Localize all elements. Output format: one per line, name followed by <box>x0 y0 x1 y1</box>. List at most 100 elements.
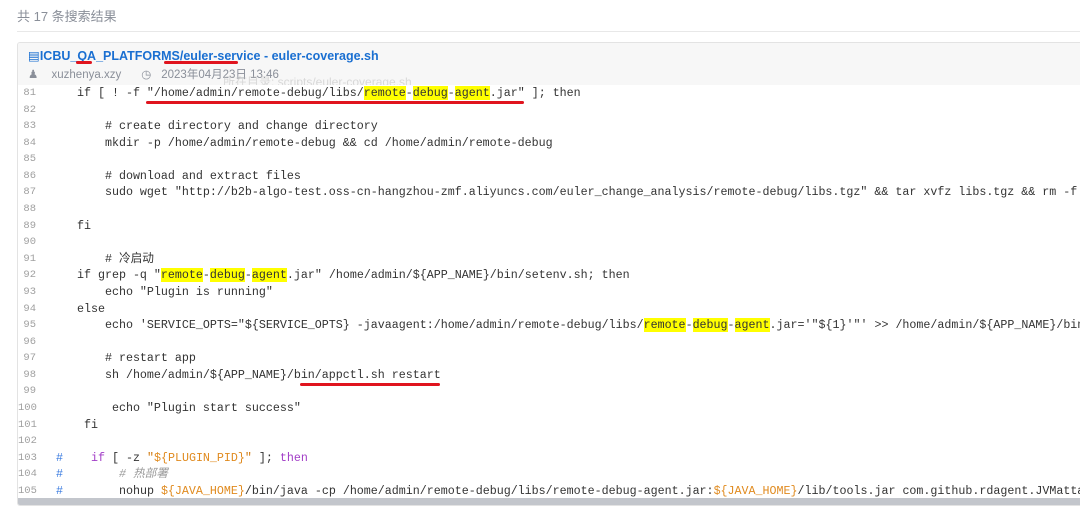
line-number: 86 <box>23 169 36 182</box>
code-line: 89 fi <box>18 218 1080 235</box>
line-number: 90 <box>23 236 36 249</box>
code-token: " <box>146 450 154 465</box>
line-number: 83 <box>23 120 36 133</box>
search-highlight: remote <box>643 318 686 333</box>
line-text: sudo wget "http://b2b-algo-test.oss-cn-h… <box>49 184 1077 201</box>
annotation-underline-restart <box>300 383 440 386</box>
code-line: 81 if [ ! -f "/home/admin/remote-debug/l… <box>18 85 1080 102</box>
code-token: # download and extract files <box>49 168 301 183</box>
code-line: 101 fi <box>18 417 1080 434</box>
code-line: 95 echo 'SERVICE_OPTS="${SERVICE_OPTS} -… <box>18 317 1080 334</box>
code-line: 103 # if [ -z "${PLUGIN_PID}" ]; then <box>18 450 1080 467</box>
repo-link[interactable]: ICBU_QA_PLATFORMS <box>40 49 180 63</box>
code-token: - <box>244 268 252 283</box>
line-number: 96 <box>23 335 36 348</box>
line-number: 98 <box>23 368 36 381</box>
code-line: 83 # create directory and change directo… <box>18 118 1080 135</box>
line-text: # 冷启动 <box>49 251 154 268</box>
code-token: echo "Plugin start success" <box>49 400 301 415</box>
line-number: 101 <box>18 418 37 431</box>
line-number: 93 <box>23 285 36 298</box>
code-token: # <box>56 483 63 498</box>
line-number: 89 <box>23 219 36 232</box>
line-number: 87 <box>23 186 36 199</box>
file-link[interactable]: euler-coverage.sh <box>272 49 379 63</box>
annotation-underline-path <box>146 101 524 104</box>
code-token: nohup <box>63 483 161 498</box>
line-number: 97 <box>23 352 36 365</box>
divider <box>17 31 1080 32</box>
code-token: - <box>685 318 693 333</box>
code-token: " <box>244 450 252 465</box>
line-number: 104 <box>18 468 37 481</box>
code-line: 85 <box>18 151 1080 168</box>
search-highlight: debug <box>209 268 245 283</box>
search-highlight: debug <box>692 318 728 333</box>
annotation-underline-qa <box>76 61 92 64</box>
horizontal-scrollbar[interactable] <box>18 498 1080 505</box>
line-text: echo 'SERVICE_OPTS="${SERVICE_OPTS} -jav… <box>49 317 1080 334</box>
line-text: # # 热部署 <box>49 466 168 483</box>
code-line: 96 <box>18 334 1080 351</box>
code-token: echo 'SERVICE_OPTS="${SERVICE_OPTS} -jav… <box>49 318 644 333</box>
code-line: 99 <box>18 383 1080 400</box>
code-token: .jar" /home/admin/${APP_NAME}/bin/setenv… <box>286 268 630 283</box>
code-token: ${JAVA_HOME} <box>713 483 798 498</box>
line-text: echo "Plugin is running" <box>49 284 273 301</box>
line-text: sh /home/admin/${APP_NAME}/bin/appctl.sh… <box>49 367 441 384</box>
line-text: if grep -q "remote-debug-agent.jar" /hom… <box>49 267 630 284</box>
line-number: 84 <box>23 136 36 149</box>
code-token: sh /home/admin/${APP_NAME}/bin/appctl.sh… <box>49 367 441 382</box>
code-line: 104 # # 热部署 <box>18 466 1080 483</box>
code-line: 94 else <box>18 301 1080 318</box>
code-line: 88 <box>18 201 1080 218</box>
search-highlight: remote <box>160 268 203 283</box>
code-token: mkdir -p /home/admin/remote-debug && cd … <box>49 135 553 150</box>
code-token: if <box>90 450 105 465</box>
code-line: 102 <box>18 433 1080 450</box>
search-highlight: debug <box>412 86 448 100</box>
code-token: .jar" ]; then <box>489 86 581 100</box>
line-text: if [ ! -f "/home/admin/remote-debug/libs… <box>49 85 581 102</box>
line-number: 92 <box>23 269 36 282</box>
search-result-card: ▤ICBU_QA_PLATFORMS/euler-service - euler… <box>17 42 1080 506</box>
result-header: ▤ICBU_QA_PLATFORMS/euler-service - euler… <box>18 43 1080 89</box>
line-text: fi <box>49 417 98 434</box>
code-token: # 冷启动 <box>49 251 154 266</box>
annotation-underline-project <box>164 61 238 64</box>
code-token: # create directory and change directory <box>49 119 378 134</box>
code-line: 82 <box>18 102 1080 119</box>
code-token: echo "Plugin is running" <box>49 284 273 299</box>
line-number: 94 <box>23 302 36 315</box>
code-token: # <box>56 450 63 465</box>
code-line: 92 if grep -q "remote-debug-agent.jar" /… <box>18 267 1080 284</box>
line-number: 102 <box>18 435 37 448</box>
code-line: 91 # 冷启动 <box>18 251 1080 268</box>
line-number: 99 <box>23 385 36 398</box>
code-token: - <box>202 268 210 283</box>
code-line: 84 mkdir -p /home/admin/remote-debug && … <box>18 135 1080 152</box>
line-number: 81 <box>23 87 36 99</box>
code-line: 86 # download and extract files <box>18 168 1080 185</box>
file-list-icon: ▤ <box>28 49 40 63</box>
code-line: 105 # nohup ${JAVA_HOME}/bin/java -cp /h… <box>18 483 1080 500</box>
code-token: ${JAVA_HOME} <box>160 483 245 498</box>
code-line: 90 <box>18 234 1080 251</box>
code-token: .jar='"${1}'"' >> /home/admin/${APP_NAME… <box>769 318 1080 333</box>
code-token: if grep -q " <box>49 268 161 283</box>
code-token: else <box>49 301 105 316</box>
line-text: mkdir -p /home/admin/remote-debug && cd … <box>49 135 553 152</box>
line-text: # if [ -z "${PLUGIN_PID}" ]; then <box>49 450 308 467</box>
line-text: fi <box>49 218 91 235</box>
code-line: 100 echo "Plugin start success" <box>18 400 1080 417</box>
title-separator: - <box>260 49 272 63</box>
code-line: 97 # restart app <box>18 350 1080 367</box>
clock-icon: ◷ <box>141 69 152 81</box>
line-text: # restart app <box>49 350 196 367</box>
result-count: 共 17 条搜索结果 <box>17 9 117 24</box>
